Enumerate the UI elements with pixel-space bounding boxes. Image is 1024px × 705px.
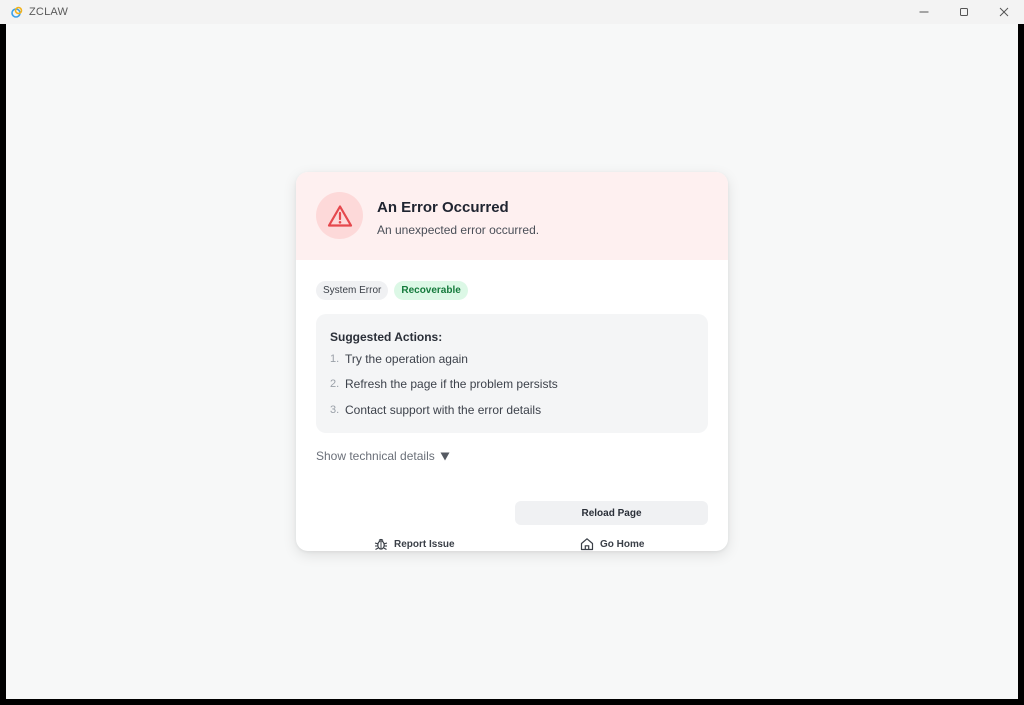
list-item-number: 3.	[330, 404, 340, 416]
report-issue-label: Report Issue	[394, 538, 455, 550]
maximize-button[interactable]	[944, 0, 984, 24]
suggested-actions-panel: Suggested Actions: 1. Try the operation …	[316, 314, 708, 433]
list-item-number: 1.	[330, 353, 340, 365]
error-tags: System Error Recoverable	[316, 281, 468, 300]
list-item-text: Contact support with the error details	[345, 403, 542, 417]
bug-icon	[374, 538, 388, 550]
go-home-label: Go Home	[600, 538, 645, 550]
maximize-icon	[960, 8, 968, 16]
go-home-button[interactable]: Go Home	[580, 533, 644, 551]
app-content: An Error Occurred An unexpected error oc…	[6, 24, 1018, 699]
window-title: ZCLAW	[29, 6, 69, 18]
app-logo-icon	[11, 6, 23, 18]
tag-recoverable: Recoverable	[394, 281, 468, 300]
list-item-text: Try the operation again	[345, 352, 468, 366]
list-item: 1. Try the operation again	[330, 352, 468, 366]
reload-page-button[interactable]: Reload Page	[515, 501, 708, 525]
tag-system-error: System Error	[316, 281, 389, 300]
close-button[interactable]	[984, 0, 1024, 24]
list-item: 3. Contact support with the error detail…	[330, 403, 541, 417]
show-technical-details-toggle[interactable]: Show technical details	[316, 449, 450, 463]
minimize-icon	[919, 11, 929, 13]
list-item-number: 2.	[330, 378, 340, 390]
title-bar: ZCLAW	[0, 0, 1024, 24]
close-icon	[999, 7, 1009, 17]
technical-details-label: Show technical details	[316, 449, 435, 463]
error-message: An unexpected error occurred.	[377, 223, 540, 237]
error-title: An Error Occurred	[377, 199, 509, 216]
error-card: An Error Occurred An unexpected error oc…	[296, 172, 728, 551]
list-item-text: Refresh the page if the problem persists	[345, 377, 558, 391]
home-icon	[580, 538, 594, 551]
list-item: 2. Refresh the page if the problem persi…	[330, 377, 558, 391]
window-controls	[904, 0, 1024, 24]
warning-triangle-icon	[327, 204, 352, 227]
minimize-button[interactable]	[904, 0, 944, 24]
error-header: An Error Occurred An unexpected error oc…	[296, 172, 728, 260]
error-icon-badge	[316, 192, 363, 239]
report-issue-button[interactable]: Report Issue	[374, 533, 455, 551]
suggested-actions-heading: Suggested Actions:	[330, 330, 443, 344]
caret-down-icon	[440, 452, 450, 460]
